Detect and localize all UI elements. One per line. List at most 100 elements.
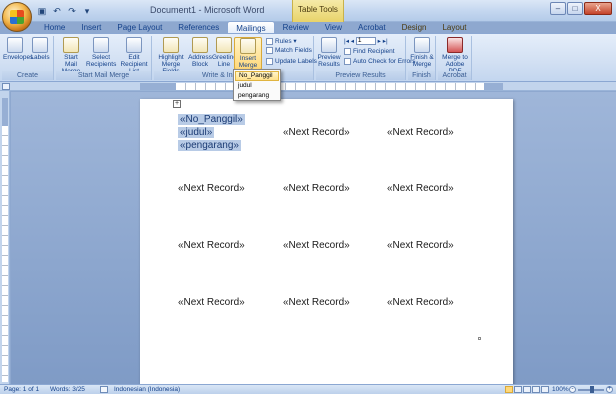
group-start-mail-merge: Start Mail Merge Select Recipients Edit … — [56, 36, 152, 80]
group-create: Envelopes Labels Create — [2, 36, 54, 80]
next-record-icon[interactable]: ▸ — [378, 38, 381, 45]
labels-button[interactable]: Labels — [28, 37, 52, 61]
merge-field-judul[interactable]: «judul» — [178, 127, 215, 138]
last-record-icon[interactable]: ▸| — [383, 38, 388, 45]
outline-view-icon[interactable] — [532, 386, 540, 393]
highlight-merge-fields-button[interactable]: Highlight Merge Fields — [156, 37, 186, 75]
group-preview: Preview Results |◂ ◂ 1 ▸ ▸| Find Recipie… — [316, 36, 416, 80]
next-record-field[interactable]: «Next Record» — [387, 297, 454, 308]
next-record-field[interactable]: «Next Record» — [178, 240, 245, 251]
update-labels-icon — [266, 58, 273, 65]
minimize-button[interactable]: – — [550, 2, 566, 15]
menu-item-judul[interactable]: judul — [235, 81, 279, 91]
address-block-button[interactable]: Address Block — [188, 37, 212, 68]
highlight-fields-icon — [163, 37, 179, 53]
document-page[interactable]: + «No_Panggil» «judul» «pengarang» «Next… — [140, 99, 513, 389]
rules-button[interactable]: Rules ▾ — [266, 37, 297, 45]
maximize-button[interactable]: □ — [567, 2, 583, 15]
record-navigator: |◂ ◂ 1 ▸ ▸| — [344, 37, 388, 46]
match-fields-icon — [266, 47, 273, 54]
recipients-icon — [93, 37, 109, 53]
previous-record-icon[interactable]: ◂ — [351, 38, 354, 45]
group-label-start-mail-merge: Start Mail Merge — [56, 71, 151, 80]
match-fields-button[interactable]: Match Fields — [266, 47, 312, 54]
group-label-acrobat: Acrobat — [438, 71, 471, 80]
first-record-icon[interactable]: |◂ — [344, 38, 349, 45]
customize-qat-icon[interactable]: ▾ — [81, 5, 93, 17]
word-count[interactable]: Words: 3/25 — [50, 386, 85, 393]
insert-merge-field-button[interactable]: Insert Merge Field — [234, 37, 262, 76]
redo-icon[interactable]: ↷ — [66, 5, 78, 17]
next-record-field[interactable]: «Next Record» — [283, 127, 350, 138]
start-mail-merge-button[interactable]: Start Mail Merge — [58, 37, 84, 75]
finish-merge-icon — [414, 37, 430, 53]
next-record-field[interactable]: «Next Record» — [178, 183, 245, 194]
save-icon[interactable]: ▣ — [36, 5, 48, 17]
edit-list-icon — [126, 37, 142, 53]
merge-field-no-panggil[interactable]: «No_Panggil» — [178, 114, 245, 125]
find-recipient-button[interactable]: Find Recipient — [344, 48, 395, 55]
zoom-slider-thumb[interactable] — [590, 386, 594, 393]
close-button[interactable]: X — [584, 2, 612, 15]
finish-merge-button[interactable]: Finish & Merge — [409, 37, 435, 68]
auto-check-errors-button[interactable]: Auto Check for Errors — [344, 58, 416, 65]
next-record-field[interactable]: «Next Record» — [283, 297, 350, 308]
ruler-view-button[interactable] — [2, 83, 10, 90]
ribbon: Envelopes Labels Create Start Mail Merge… — [0, 33, 616, 82]
edit-recipient-list-button[interactable]: Edit Recipient List — [118, 37, 150, 75]
select-recipients-button[interactable]: Select Recipients — [86, 37, 116, 68]
web-layout-view-icon[interactable] — [523, 386, 531, 393]
group-label-preview: Preview Results — [316, 71, 405, 80]
quick-access-toolbar: ▣ ↶ ↷ ▾ — [36, 4, 93, 18]
address-block-icon — [192, 37, 208, 53]
check-errors-icon — [344, 58, 351, 65]
print-layout-view-icon[interactable] — [505, 386, 513, 393]
record-number-input[interactable]: 1 — [355, 37, 376, 46]
window-title: Document1 - Microsoft Word — [150, 5, 265, 15]
language-indicator[interactable]: Indonesian (Indonesia) — [114, 386, 180, 393]
full-screen-view-icon[interactable] — [514, 386, 522, 393]
next-record-field[interactable]: «Next Record» — [387, 183, 454, 194]
zoom-level[interactable]: 100% — [552, 386, 569, 393]
insert-field-icon — [240, 38, 256, 54]
insert-merge-field-menu: No_Panggil judul pengarang — [233, 69, 281, 101]
menu-item-no-panggil[interactable]: No_Panggil — [235, 71, 279, 81]
group-label-finish: Finish — [408, 71, 435, 80]
horizontal-ruler[interactable] — [0, 82, 616, 91]
office-button[interactable] — [2, 2, 32, 32]
view-buttons — [505, 386, 549, 393]
first-record-cell[interactable]: «No_Panggil» «judul» «pengarang» — [178, 113, 245, 152]
status-bar: Page: 1 of 1 Words: 3/25 Indonesian (Ind… — [0, 384, 616, 394]
envelope-icon — [7, 37, 23, 53]
group-acrobat: Merge to Adobe PDF Acrobat — [438, 36, 472, 80]
next-record-field[interactable]: «Next Record» — [387, 240, 454, 251]
vertical-ruler[interactable] — [0, 91, 10, 384]
zoom-out-icon[interactable]: - — [569, 386, 576, 393]
draft-view-icon[interactable] — [541, 386, 549, 393]
office-logo-icon — [10, 10, 24, 24]
group-label-create: Create — [2, 71, 53, 80]
pdf-icon — [447, 37, 463, 53]
page-count[interactable]: Page: 1 of 1 — [4, 386, 39, 393]
preview-results-button[interactable]: Preview Results — [316, 37, 342, 68]
update-labels-button[interactable]: Update Labels — [266, 58, 317, 65]
merge-field-pengarang[interactable]: «pengarang» — [178, 140, 241, 151]
greeting-line-button[interactable]: Greeting Line — [212, 37, 237, 68]
zoom-in-icon[interactable]: + — [606, 386, 613, 393]
menu-item-pengarang[interactable]: pengarang — [235, 91, 279, 101]
undo-icon[interactable]: ↶ — [51, 5, 63, 17]
labels-icon — [32, 37, 48, 53]
title-bar: ▣ ↶ ↷ ▾ Document1 - Microsoft Word Table… — [0, 0, 616, 22]
table-tools-context-header: Table Tools — [292, 0, 344, 22]
mail-merge-icon — [63, 37, 79, 53]
table-move-handle-icon[interactable]: + — [173, 100, 181, 108]
envelopes-button[interactable]: Envelopes — [3, 37, 33, 61]
next-record-field[interactable]: «Next Record» — [283, 183, 350, 194]
document-area: + «No_Panggil» «judul» «pengarang» «Next… — [11, 92, 616, 389]
end-of-cell-mark — [478, 337, 481, 340]
merge-to-pdf-button[interactable]: Merge to Adobe PDF — [440, 37, 470, 75]
next-record-field[interactable]: «Next Record» — [387, 127, 454, 138]
next-record-field[interactable]: «Next Record» — [283, 240, 350, 251]
proofing-icon[interactable] — [100, 386, 108, 393]
next-record-field[interactable]: «Next Record» — [178, 297, 245, 308]
